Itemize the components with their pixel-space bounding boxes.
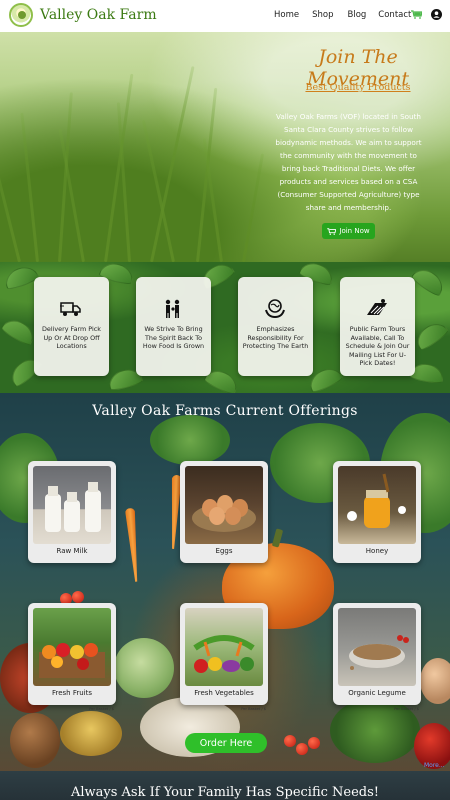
feature-card-tours: Public Farm Tours Available, Call To Sch… [340,277,415,376]
feature-text: Public Farm Tours Available, Call To Sch… [345,325,410,367]
product-label: Honey [365,547,389,555]
fresh-vegetables-image [185,608,263,686]
nav-blog[interactable]: Blog [348,10,367,20]
tomato-decoration [72,591,84,603]
cabbage-decoration [114,638,174,698]
join-now-button[interactable]: Join Now [322,223,375,239]
farm-logo[interactable] [9,3,33,27]
product-card-organic-legume[interactable]: Organic Legume Per Basket / $ [333,603,421,711]
legume-bowl-icon [349,635,409,670]
product-label: Fresh Fruits [51,689,93,697]
feature-card-delivery: Delivery Farm Pick Up Or At Drop Off Loc… [34,277,109,376]
hero-description: Valley Oak Farms (VOF) located in South … [275,112,422,212]
family-icon [165,299,180,318]
coconut-decoration [10,713,60,768]
grass-blade [0,145,21,262]
product-label: Organic Legume [348,689,406,697]
carrot-decoration [125,508,141,583]
cart-icon [327,227,337,235]
grass-blade [202,138,223,262]
fruit-crate-icon [39,643,105,678]
hero-section: Join The Movement Best Quality Products … [0,32,450,262]
join-now-label: Join Now [339,227,370,235]
feature-card-earth: Emphasizes Responsibility For Protecting… [238,277,313,376]
honey-image [338,466,416,544]
hero-subtitle[interactable]: Best Quality Products [268,82,448,93]
raw-milk-image [33,466,111,544]
grass-blade [196,87,218,262]
tomato-decoration [284,735,296,747]
product-label: Eggs [215,547,233,555]
cart-icon[interactable] [411,10,422,19]
brand-name[interactable]: Valley Oak Farm [40,7,157,23]
features-section: Delivery Farm Pick Up Or At Drop Off Loc… [0,262,450,393]
tomato-decoration [296,743,308,755]
organic-legume-image [338,608,416,686]
product-card-honey[interactable]: Honey [333,461,421,563]
nav-shop[interactable]: Shop [312,10,333,20]
specific-needs-banner: Always Ask If Your Family Has Specific N… [0,771,450,800]
price-tag: Per Basket / $ [394,707,419,711]
product-card-raw-milk[interactable]: Raw Milk [28,461,116,563]
milk-bottles-icon [45,482,101,532]
main-nav: Home Shop Blog Contact [274,10,411,20]
eggs-decoration [420,658,450,704]
offerings-title: Valley Oak Farms Current Offerings [92,403,358,419]
greenery-decoration [150,415,230,465]
grass-blade [20,112,39,262]
honey-jar-icon [347,473,406,528]
vegetables-icon [193,635,255,673]
feature-text: We Strive To Bring The Spirit Back To Ho… [142,325,205,350]
feature-text: Delivery Farm Pick Up Or At Drop Off Loc… [41,325,102,350]
nav-contact[interactable]: Contact [378,10,411,20]
site-header: Valley Oak Farm Home Shop Blog Contact [0,0,450,32]
price-tag: Per Basket / $ [89,707,114,711]
fresh-fruits-image [33,608,111,686]
farm-tours-icon [367,299,387,315]
nav-home[interactable]: Home [274,10,299,20]
order-here-button[interactable]: Order Here [185,733,267,753]
egg-basket-icon [192,495,256,532]
corn-decoration [60,711,122,756]
specific-needs-title: Always Ask If Your Family Has Specific N… [70,785,380,800]
price-tag: Per Basket / $ [241,707,266,711]
product-card-fresh-fruits[interactable]: Fresh Fruits Per Basket / $ [28,603,116,711]
product-card-fresh-vegetables[interactable]: Fresh Vegetables Per Basket / $ [180,603,268,711]
grass-blade [141,119,175,262]
product-card-eggs[interactable]: Eggs [180,461,268,563]
account-icon[interactable] [431,9,442,20]
feature-card-spirit: We Strive To Bring The Spirit Back To Ho… [136,277,211,376]
feature-text: Emphasizes Responsibility For Protecting… [242,325,309,350]
more-link[interactable]: More... [424,762,445,769]
grass-blade [242,153,265,262]
leaf-decoration [409,263,449,299]
leaf-decoration [0,314,39,348]
delivery-truck-icon [60,302,81,316]
grass-blade [58,92,73,262]
product-label: Fresh Vegetables [194,689,254,697]
offerings-section: Valley Oak Farms Current Offerings Raw M… [0,393,450,771]
grass-blade [150,66,195,262]
earth-hands-icon [265,299,285,319]
leaf-decoration [411,317,450,353]
product-label: Raw Milk [56,547,88,555]
tomato-decoration [308,737,320,749]
eggs-image [185,466,263,544]
